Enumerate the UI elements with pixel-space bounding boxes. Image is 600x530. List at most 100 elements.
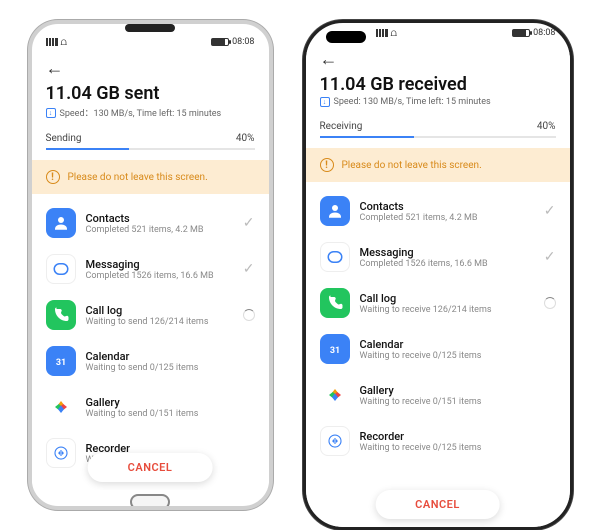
speed-icon: ↓ bbox=[320, 97, 330, 107]
warning-icon: ! bbox=[46, 170, 60, 184]
speed-text: Speed：130 MB/s, Time left: 15 minutes bbox=[60, 106, 222, 119]
receiver-phone: ⩍ 08:08 ← 11.04 GB received ↓ Speed: 130… bbox=[303, 20, 573, 530]
signal-icon bbox=[376, 29, 388, 37]
checkmark-icon: ✓ bbox=[243, 215, 255, 231]
list-item[interactable]: Call logWaiting to send 126/214 items bbox=[32, 292, 269, 338]
item-name: Gallery bbox=[86, 396, 245, 409]
item-status: Waiting to send 126/214 items bbox=[86, 317, 233, 327]
recorder-icon bbox=[46, 438, 76, 468]
battery-icon bbox=[512, 29, 530, 37]
status-bar: ⩍ 08:08 bbox=[32, 32, 269, 52]
item-text: CalendarWaiting to send 0/125 items bbox=[86, 350, 245, 373]
back-arrow-icon[interactable]: ← bbox=[46, 58, 64, 79]
item-text: CalendarWaiting to receive 0/125 items bbox=[360, 338, 546, 361]
progress-percent: 40% bbox=[537, 121, 556, 132]
list-item[interactable]: 31 CalendarWaiting to receive 0/125 items bbox=[306, 326, 570, 372]
item-name: Call log bbox=[360, 292, 534, 305]
item-text: ContactsCompleted 521 items, 4.2 MB bbox=[86, 212, 233, 235]
calendar-icon: 31 bbox=[46, 346, 76, 376]
checkmark-icon: ✓ bbox=[544, 249, 556, 265]
checkmark-icon: ✓ bbox=[544, 203, 556, 219]
list-item[interactable]: ContactsCompleted 521 items, 4.2 MB ✓ bbox=[32, 200, 269, 246]
list-item[interactable]: MessagingCompleted 1526 items, 16.6 MB✓ bbox=[32, 246, 269, 292]
gallery-icon bbox=[320, 380, 350, 410]
list-item[interactable]: GalleryWaiting to receive 0/151 items bbox=[306, 372, 570, 418]
list-item[interactable]: MessagingCompleted 1526 items, 16.6 MB✓ bbox=[306, 234, 570, 280]
wifi-icon: ⩍ bbox=[391, 28, 398, 39]
home-button[interactable] bbox=[130, 494, 170, 510]
item-status: Waiting to receive 126/214 items bbox=[360, 305, 534, 315]
back-arrow-icon[interactable]: ← bbox=[320, 49, 338, 70]
item-name: Recorder bbox=[360, 430, 546, 443]
item-text: MessagingCompleted 1526 items, 16.6 MB bbox=[86, 258, 233, 281]
list-item[interactable]: RecorderWaiting to receive 0/125 items bbox=[306, 418, 570, 464]
warning-banner: ! Please do not leave this screen. bbox=[306, 148, 570, 182]
progress-row: Receiving 40% bbox=[306, 115, 570, 134]
item-text: GalleryWaiting to receive 0/151 items bbox=[360, 384, 546, 407]
progress-bar bbox=[320, 136, 556, 138]
item-status: Waiting to receive 0/151 items bbox=[360, 397, 546, 407]
camera-punch bbox=[326, 31, 366, 43]
gallery-icon bbox=[46, 392, 76, 422]
battery-icon bbox=[211, 38, 229, 46]
list-item[interactable]: Call logWaiting to receive 126/214 items bbox=[306, 280, 570, 326]
messaging-icon bbox=[320, 242, 350, 272]
item-status: Waiting to send 0/125 items bbox=[86, 363, 245, 373]
header: ← bbox=[306, 43, 570, 72]
clock: 08:08 bbox=[232, 37, 254, 47]
item-status: Completed 521 items, 4.2 MB bbox=[360, 213, 534, 223]
item-status: Completed 1526 items, 16.6 MB bbox=[360, 259, 534, 269]
call-log-icon bbox=[46, 300, 76, 330]
progress-label: Receiving bbox=[320, 121, 363, 132]
item-name: Gallery bbox=[360, 384, 546, 397]
item-name: Contacts bbox=[86, 212, 233, 225]
warning-text: Please do not leave this screen. bbox=[342, 160, 482, 171]
warning-banner: ! Please do not leave this screen. bbox=[32, 160, 269, 194]
item-status: Completed 521 items, 4.2 MB bbox=[86, 225, 233, 235]
item-status: Waiting to send 0/151 items bbox=[86, 409, 245, 419]
warning-icon: ! bbox=[320, 158, 334, 172]
sender-phone: ⩍ 08:08 ← 11.04 GB sent ↓ Speed：130 MB/s… bbox=[28, 20, 273, 510]
screen: ← 11.04 GB received ↓ Speed: 130 MB/s, T… bbox=[306, 43, 570, 527]
title-area: 11.04 GB sent ↓ Speed：130 MB/s, Time lef… bbox=[32, 81, 269, 127]
speed-line: ↓ Speed：130 MB/s, Time left: 15 minutes bbox=[46, 106, 255, 119]
item-name: Messaging bbox=[86, 258, 233, 271]
progress-row: Sending 40% bbox=[32, 127, 269, 146]
item-text: Call logWaiting to send 126/214 items bbox=[86, 304, 233, 327]
call-log-icon bbox=[320, 288, 350, 318]
contacts-icon bbox=[46, 208, 76, 238]
progress-percent: 40% bbox=[236, 133, 255, 144]
item-status: Completed 1526 items, 16.6 MB bbox=[86, 271, 233, 281]
list-item[interactable]: 31 CalendarWaiting to send 0/125 items bbox=[32, 338, 269, 384]
progress-label: Sending bbox=[46, 133, 82, 144]
phone-notch bbox=[125, 24, 175, 32]
progress-fill bbox=[320, 136, 414, 138]
signal-icon bbox=[46, 38, 58, 46]
spinner-icon bbox=[243, 309, 255, 321]
speed-line: ↓ Speed: 130 MB/s, Time left: 15 minutes bbox=[320, 97, 556, 107]
recorder-icon bbox=[320, 426, 350, 456]
clock: 08:08 bbox=[533, 28, 555, 38]
item-text: GalleryWaiting to send 0/151 items bbox=[86, 396, 245, 419]
speed-text: Speed: 130 MB/s, Time left: 15 minutes bbox=[334, 97, 491, 107]
cancel-button[interactable]: CANCEL bbox=[375, 490, 500, 519]
cancel-button[interactable]: CANCEL bbox=[88, 453, 213, 482]
svg-text:31: 31 bbox=[329, 346, 339, 356]
screen: ← 11.04 GB sent ↓ Speed：130 MB/s, Time l… bbox=[32, 52, 269, 490]
svg-text:31: 31 bbox=[55, 358, 65, 368]
items-list[interactable]: ContactsCompleted 521 items, 4.2 MB ✓ Mess… bbox=[32, 194, 269, 490]
item-name: Contacts bbox=[360, 200, 534, 213]
spinner-icon bbox=[544, 297, 556, 309]
item-name: Calendar bbox=[86, 350, 245, 363]
item-status: Waiting to receive 0/125 items bbox=[360, 443, 546, 453]
item-status: Waiting to receive 0/125 items bbox=[360, 351, 546, 361]
list-item[interactable]: ContactsCompleted 521 items, 4.2 MB ✓ bbox=[306, 188, 570, 234]
items-list[interactable]: ContactsCompleted 521 items, 4.2 MB✓Mess… bbox=[306, 182, 570, 527]
item-text: RecorderWaiting to receive 0/125 items bbox=[360, 430, 546, 453]
speed-icon: ↓ bbox=[46, 108, 56, 118]
item-text: ContactsCompleted 521 items, 4.2 MB bbox=[360, 200, 534, 223]
item-name: Call log bbox=[86, 304, 233, 317]
item-name: Calendar bbox=[360, 338, 546, 351]
warning-text: Please do not leave this screen. bbox=[68, 172, 208, 183]
list-item[interactable]: GalleryWaiting to send 0/151 items bbox=[32, 384, 269, 430]
